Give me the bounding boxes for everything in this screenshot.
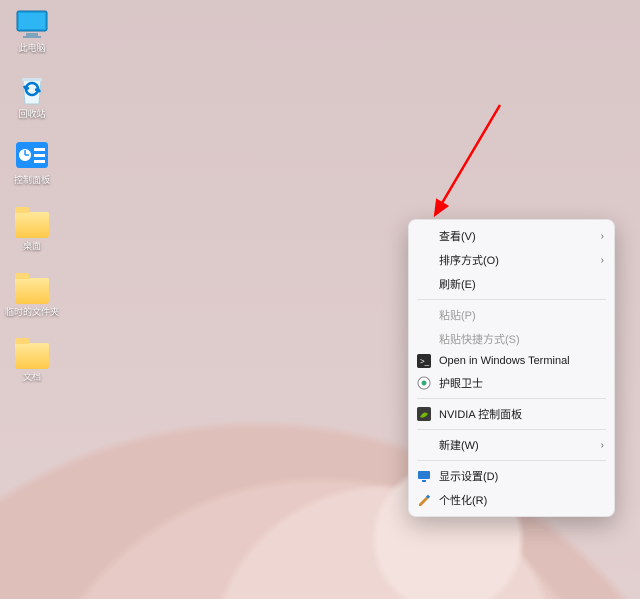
menu-item-label: Open in Windows Terminal xyxy=(439,355,570,367)
folder-icon xyxy=(14,335,50,371)
control-panel-icon xyxy=(14,138,50,174)
desktop-icon-folder-1[interactable]: 桌面 xyxy=(6,204,58,252)
menu-item-display-settings[interactable]: 显示设置(D) xyxy=(409,464,614,488)
menu-item-label: 粘贴快捷方式(S) xyxy=(439,331,520,347)
eye-guard-icon xyxy=(417,376,431,390)
menu-item-label: 新建(W) xyxy=(439,437,479,453)
icon-label: 回收站 xyxy=(18,110,45,120)
svg-text:>_: >_ xyxy=(420,357,430,366)
menu-item-label: 护眼卫士 xyxy=(439,375,483,391)
menu-separator xyxy=(417,299,606,300)
icon-label: 文档 xyxy=(23,373,41,383)
menu-item-sort[interactable]: 排序方式(O) › xyxy=(409,248,614,272)
icon-label: 桌面 xyxy=(23,242,41,252)
icon-label: 控制面板 xyxy=(14,176,50,186)
display-icon xyxy=(417,469,431,483)
menu-item-label: 排序方式(O) xyxy=(439,252,499,268)
desktop-icons-area: 此电脑 回收站 控制面板 xyxy=(6,6,58,383)
chevron-right-icon: › xyxy=(601,255,604,266)
menu-item-personalize[interactable]: 个性化(R) xyxy=(409,488,614,512)
icon-label: 临时的文件夹 xyxy=(5,308,59,318)
menu-item-label: 查看(V) xyxy=(439,228,476,244)
menu-item-label: 刷新(E) xyxy=(439,276,476,292)
desktop-icon-folder-2[interactable]: 临时的文件夹 xyxy=(6,270,58,318)
icon-label: 此电脑 xyxy=(18,44,45,54)
desktop-context-menu: 查看(V) › 排序方式(O) › 刷新(E) 粘贴(P) 粘贴快捷方式(S) … xyxy=(408,219,615,517)
menu-item-paste: 粘贴(P) xyxy=(409,303,614,327)
menu-item-refresh[interactable]: 刷新(E) xyxy=(409,272,614,296)
terminal-icon: >_ xyxy=(417,354,431,368)
desktop-icon-this-pc[interactable]: 此电脑 xyxy=(6,6,58,54)
desktop-icon-folder-3[interactable]: 文档 xyxy=(6,335,58,383)
menu-item-open-terminal[interactable]: >_ Open in Windows Terminal xyxy=(409,351,614,371)
menu-item-paste-shortcut: 粘贴快捷方式(S) xyxy=(409,327,614,351)
personalize-icon xyxy=(417,493,431,507)
menu-item-label: 粘贴(P) xyxy=(439,307,476,323)
menu-item-new[interactable]: 新建(W) › xyxy=(409,433,614,457)
chevron-right-icon: › xyxy=(601,231,604,242)
menu-item-label: NVIDIA 控制面板 xyxy=(439,406,522,422)
menu-item-nvidia[interactable]: NVIDIA 控制面板 xyxy=(409,402,614,426)
menu-separator xyxy=(417,398,606,399)
folder-icon xyxy=(14,204,50,240)
chevron-right-icon: › xyxy=(601,440,604,451)
desktop-icon-recycle-bin[interactable]: 回收站 xyxy=(6,72,58,120)
nvidia-icon xyxy=(417,407,431,421)
menu-separator xyxy=(417,460,606,461)
menu-separator xyxy=(417,429,606,430)
folder-icon xyxy=(14,270,50,306)
menu-item-eye-guard[interactable]: 护眼卫士 xyxy=(409,371,614,395)
desktop-icon-control-panel[interactable]: 控制面板 xyxy=(6,138,58,186)
menu-item-view[interactable]: 查看(V) › xyxy=(409,224,614,248)
this-pc-icon xyxy=(14,6,50,42)
recycle-bin-icon xyxy=(14,72,50,108)
menu-item-label: 个性化(R) xyxy=(439,492,487,508)
menu-item-label: 显示设置(D) xyxy=(439,468,498,484)
